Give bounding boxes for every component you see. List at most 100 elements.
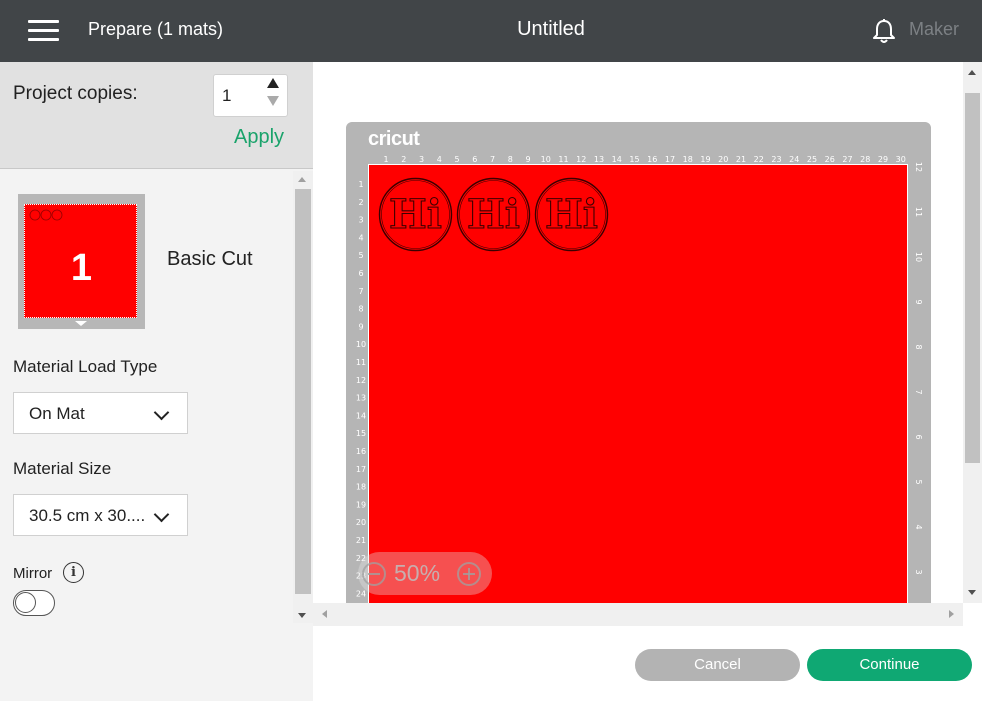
hi-badge[interactable]: Hi (456, 177, 531, 252)
ruler-left-label: 13 (356, 394, 366, 403)
zoom-control: 50% (358, 552, 492, 595)
increment-icon[interactable] (267, 78, 279, 88)
project-copies-label: Project copies: (13, 83, 138, 104)
ruler-top-label: 18 (683, 155, 693, 164)
mat-canvas[interactable]: cricut 1 2 3 4 5 6 7 8 9 10 11 12 13 14 15 16 17 18 19 20 21… (313, 62, 963, 603)
cancel-button[interactable]: Cancel (635, 649, 800, 681)
material-size-label: Material Size (13, 459, 112, 478)
prepare-title: Prepare (1 mats) (88, 19, 224, 39)
ruler-left-label: 11 (356, 358, 366, 367)
ruler-left-label: 10 (356, 340, 366, 349)
zoom-in-icon[interactable] (457, 562, 481, 586)
ruler-top-label: 17 (665, 155, 675, 164)
scroll-up-icon[interactable] (298, 177, 306, 182)
ruler-top-label: 27 (842, 155, 852, 164)
continue-button[interactable]: Continue (807, 649, 972, 681)
ruler-left-label: 5 (358, 251, 363, 260)
ruler-right-label: 12 (914, 162, 923, 172)
hi-badge[interactable]: Hi (534, 177, 609, 252)
cutting-mat: cricut 1 2 3 4 5 6 7 8 9 10 11 12 13 14 15 16 17 18 19 20 21… (346, 122, 931, 603)
material-load-type-label: Material Load Type (13, 357, 158, 376)
canvas-horizontal-scrollbar[interactable] (313, 603, 963, 626)
ruler-top-label: 26 (825, 155, 835, 164)
ruler-top-label: 16 (647, 155, 657, 164)
ruler-top-label: 1 (383, 155, 388, 164)
scroll-down-icon[interactable] (298, 613, 306, 618)
ruler-top-label: 5 (454, 155, 459, 164)
ruler-top-label: 11 (558, 155, 568, 164)
hi-badge[interactable]: Hi (378, 177, 453, 252)
project-copies-stepper[interactable]: 1 (213, 74, 288, 117)
material-load-type-value: On Mat (29, 404, 85, 423)
canvas-vertical-scrollbar[interactable] (963, 62, 982, 603)
ruler-top-label: 10 (541, 155, 551, 164)
material-load-type-select[interactable]: On Mat (13, 392, 188, 434)
ruler-left-label: 17 (356, 465, 366, 474)
ruler-top-label: 4 (437, 155, 442, 164)
ruler-left-label: 19 (356, 500, 366, 509)
ruler-left-label: 9 (358, 322, 363, 331)
left-panel-scrollbar[interactable] (293, 171, 313, 623)
material-size-value: 30.5 cm x 30.... (29, 506, 146, 525)
badge-text: Hi (389, 191, 442, 238)
ruler-top-label: 14 (612, 155, 622, 164)
ruler-top-label: 22 (754, 155, 764, 164)
ruler-left-label: 20 (356, 518, 366, 527)
ruler-top-label: 15 (629, 155, 639, 164)
badge-text: Hi (467, 191, 520, 238)
bell-icon[interactable] (870, 17, 898, 45)
chevron-down-icon (153, 404, 170, 421)
ruler-left-label: 4 (358, 233, 363, 242)
scroll-right-icon[interactable] (949, 610, 954, 618)
mirror-toggle[interactable] (13, 590, 55, 616)
scrollbar-thumb[interactable] (295, 189, 311, 594)
scroll-down-icon[interactable] (968, 590, 976, 595)
ruler-top-label: 3 (419, 155, 424, 164)
ruler-top-label: 9 (525, 155, 530, 164)
ruler-right-label: 4 (914, 524, 923, 529)
ruler-top-label: 6 (472, 155, 477, 164)
ruler-left-label: 15 (356, 429, 366, 438)
ruler-top-label: 2 (401, 155, 406, 164)
material-size-select[interactable]: 30.5 cm x 30.... (13, 494, 188, 536)
ruler-top-label: 29 (878, 155, 888, 164)
ruler-left-label: 24 (356, 589, 366, 598)
ruler-top-label: 25 (807, 155, 817, 164)
ruler-left-label: 14 (356, 411, 366, 420)
ruler-left-label: 2 (358, 198, 363, 207)
scroll-up-icon[interactable] (968, 70, 976, 75)
ruler-right-label: 7 (914, 389, 923, 394)
toggle-knob (15, 592, 36, 613)
ruler-top-label: 30 (896, 155, 906, 164)
zoom-out-icon[interactable] (362, 562, 386, 586)
chevron-down-icon (153, 506, 170, 523)
info-icon[interactable]: i (63, 562, 84, 583)
ruler-right-label: 3 (914, 569, 923, 574)
ruler-top-label: 19 (700, 155, 710, 164)
scroll-left-icon[interactable] (322, 610, 327, 618)
mat-mini-badges (29, 209, 63, 221)
mat-preview: 1 (24, 204, 137, 318)
ruler-left-label: 21 (356, 536, 366, 545)
zoom-level: 50% (394, 560, 441, 586)
apply-button[interactable]: Apply (234, 126, 284, 149)
ruler-top-label: 23 (771, 155, 781, 164)
project-copies-value[interactable]: 1 (222, 86, 231, 106)
ruler-left-label: 16 (356, 447, 366, 456)
ruler-top-label: 12 (576, 155, 586, 164)
ruler-top-label: 7 (490, 155, 495, 164)
top-bar: Prepare (1 mats) Untitled Maker (0, 0, 982, 62)
badge-text: Hi (545, 191, 598, 238)
ruler-top-label: 24 (789, 155, 799, 164)
mirror-label: Mirror (13, 565, 53, 582)
decrement-icon[interactable] (267, 96, 279, 106)
ruler-right-label: 8 (914, 344, 923, 349)
mat-thumbnail[interactable]: 1 (18, 194, 145, 329)
scrollbar-thumb[interactable] (965, 93, 980, 463)
ruler-top-label: 13 (594, 155, 604, 164)
mat-name: Basic Cut (167, 248, 253, 270)
ruler-left-label: 7 (358, 287, 363, 296)
ruler-right-label: 11 (914, 207, 923, 217)
menu-icon[interactable] (28, 19, 60, 41)
user-menu[interactable]: Maker (909, 19, 959, 40)
